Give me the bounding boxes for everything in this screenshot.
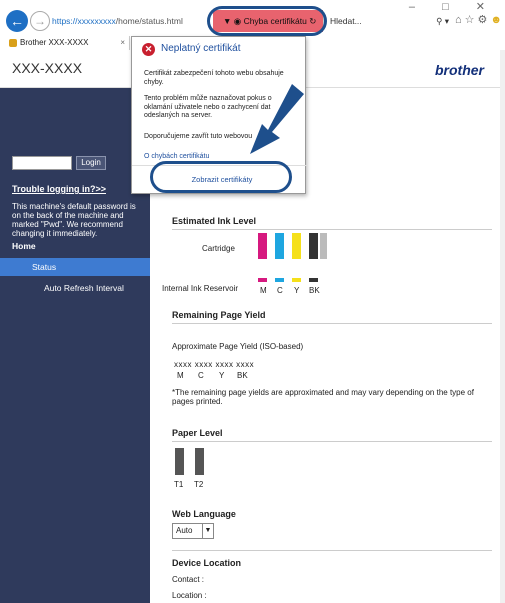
reservoir-m — [258, 278, 267, 282]
sidebar-item-home[interactable]: Home — [0, 238, 150, 254]
reservoir-y — [292, 278, 301, 282]
login-button[interactable]: Login — [76, 156, 106, 170]
tab-brother[interactable]: Brother XXX-XXXX × — [8, 36, 130, 50]
forward-arrow-icon[interactable]: → — [30, 11, 50, 31]
page-yield-title: Remaining Page Yield — [172, 310, 266, 320]
divider — [172, 550, 492, 551]
shield-error-icon: ✕ — [142, 43, 155, 56]
paper-bar-t2 — [195, 448, 204, 475]
divider — [172, 323, 492, 324]
callout-arrow-icon — [250, 84, 304, 154]
web-language-title: Web Language — [172, 509, 236, 519]
sidebar-item-status[interactable]: Status — [0, 258, 150, 276]
cartridge-label: Cartridge — [202, 244, 235, 253]
sidebar-item-auto-refresh[interactable]: Auto Refresh Interval — [0, 280, 150, 296]
tab-title: Brother XXX-XXXX — [20, 38, 89, 47]
ie-tab-icon — [9, 39, 17, 47]
paper-level-title: Paper Level — [172, 428, 223, 438]
about-cert-errors-link[interactable]: O chybách certifikátu — [144, 153, 209, 160]
device-location-title: Device Location — [172, 558, 242, 568]
toolbar-icons[interactable]: ⌂☆⚙☻ — [455, 13, 505, 26]
ink-label-y: Y — [294, 286, 300, 295]
ink-bar-empty — [320, 233, 327, 259]
password-note: This machine's default password is on th… — [12, 202, 136, 238]
home-icon[interactable]: ⌂ — [455, 14, 465, 26]
yield-subtitle: Approximate Page Yield (ISO-based) — [172, 342, 304, 351]
reservoir-c — [275, 278, 284, 282]
ink-bar-y — [292, 233, 301, 259]
yield-label-c: C — [198, 371, 204, 380]
tab-close-icon[interactable]: × — [120, 36, 125, 50]
yield-label-y: Y — [219, 371, 225, 380]
paper-bar-t1 — [175, 448, 184, 475]
star-icon[interactable]: ☆ — [465, 14, 478, 26]
language-select[interactable]: Auto ▼ — [172, 523, 214, 539]
reservoir-bk — [309, 278, 318, 282]
ink-label-m: M — [260, 286, 267, 295]
brother-logo: brother — [435, 62, 484, 78]
view-certs-highlight — [150, 161, 292, 193]
reservoir-label: Internal Ink Reservoir — [162, 284, 239, 293]
location-label: Location : — [172, 591, 207, 600]
browser-toolbar: ← → https://xxxxxxxxx/home/status.html ▼… — [0, 0, 505, 36]
yield-label-bk: BK — [237, 371, 248, 380]
divider — [172, 441, 492, 442]
window-controls[interactable]: – □ ✕ — [409, 0, 497, 13]
yield-label-m: M — [177, 371, 184, 380]
paper-tray-t1: T1 — [174, 480, 184, 489]
smiley-icon[interactable]: ☻ — [490, 14, 505, 26]
scrollbar[interactable] — [500, 50, 505, 603]
search-placeholder: Hledat... — [330, 16, 362, 26]
gear-icon[interactable]: ⚙ — [478, 14, 491, 26]
model-name: XXX-XXXX — [12, 60, 83, 76]
ink-bar-c — [275, 233, 284, 259]
language-selected: Auto — [176, 526, 193, 535]
sidebar: Login Trouble logging in?>> This machine… — [0, 88, 150, 603]
divider — [172, 229, 492, 230]
cert-error-highlight — [207, 6, 327, 36]
popup-title: Neplatný certifikát — [161, 43, 241, 54]
yield-values: xxxx xxxx xxxx xxxx — [174, 360, 255, 369]
yield-note: *The remaining page yields are approxima… — [172, 388, 474, 406]
ink-bar-m — [258, 233, 267, 259]
contact-label: Contact : — [172, 575, 205, 584]
back-arrow-icon[interactable]: ← — [6, 10, 28, 32]
ink-label-c: C — [277, 286, 283, 295]
ink-label-bk: BK — [309, 286, 320, 295]
paper-tray-t2: T2 — [194, 480, 204, 489]
address-bar[interactable]: https://xxxxxxxxx/home/status.html — [52, 13, 212, 30]
trouble-logging-in-link[interactable]: Trouble logging in?>> — [12, 184, 106, 194]
search-icon[interactable]: ⚲ ▾ — [436, 13, 449, 30]
chevron-down-icon[interactable]: ▼ — [202, 524, 213, 538]
search-input[interactable]: Hledat... ⚲ ▾ — [323, 13, 453, 30]
ink-bar-bk — [309, 233, 318, 259]
password-input[interactable] — [12, 156, 72, 170]
ink-level-title: Estimated Ink Level — [172, 216, 257, 226]
